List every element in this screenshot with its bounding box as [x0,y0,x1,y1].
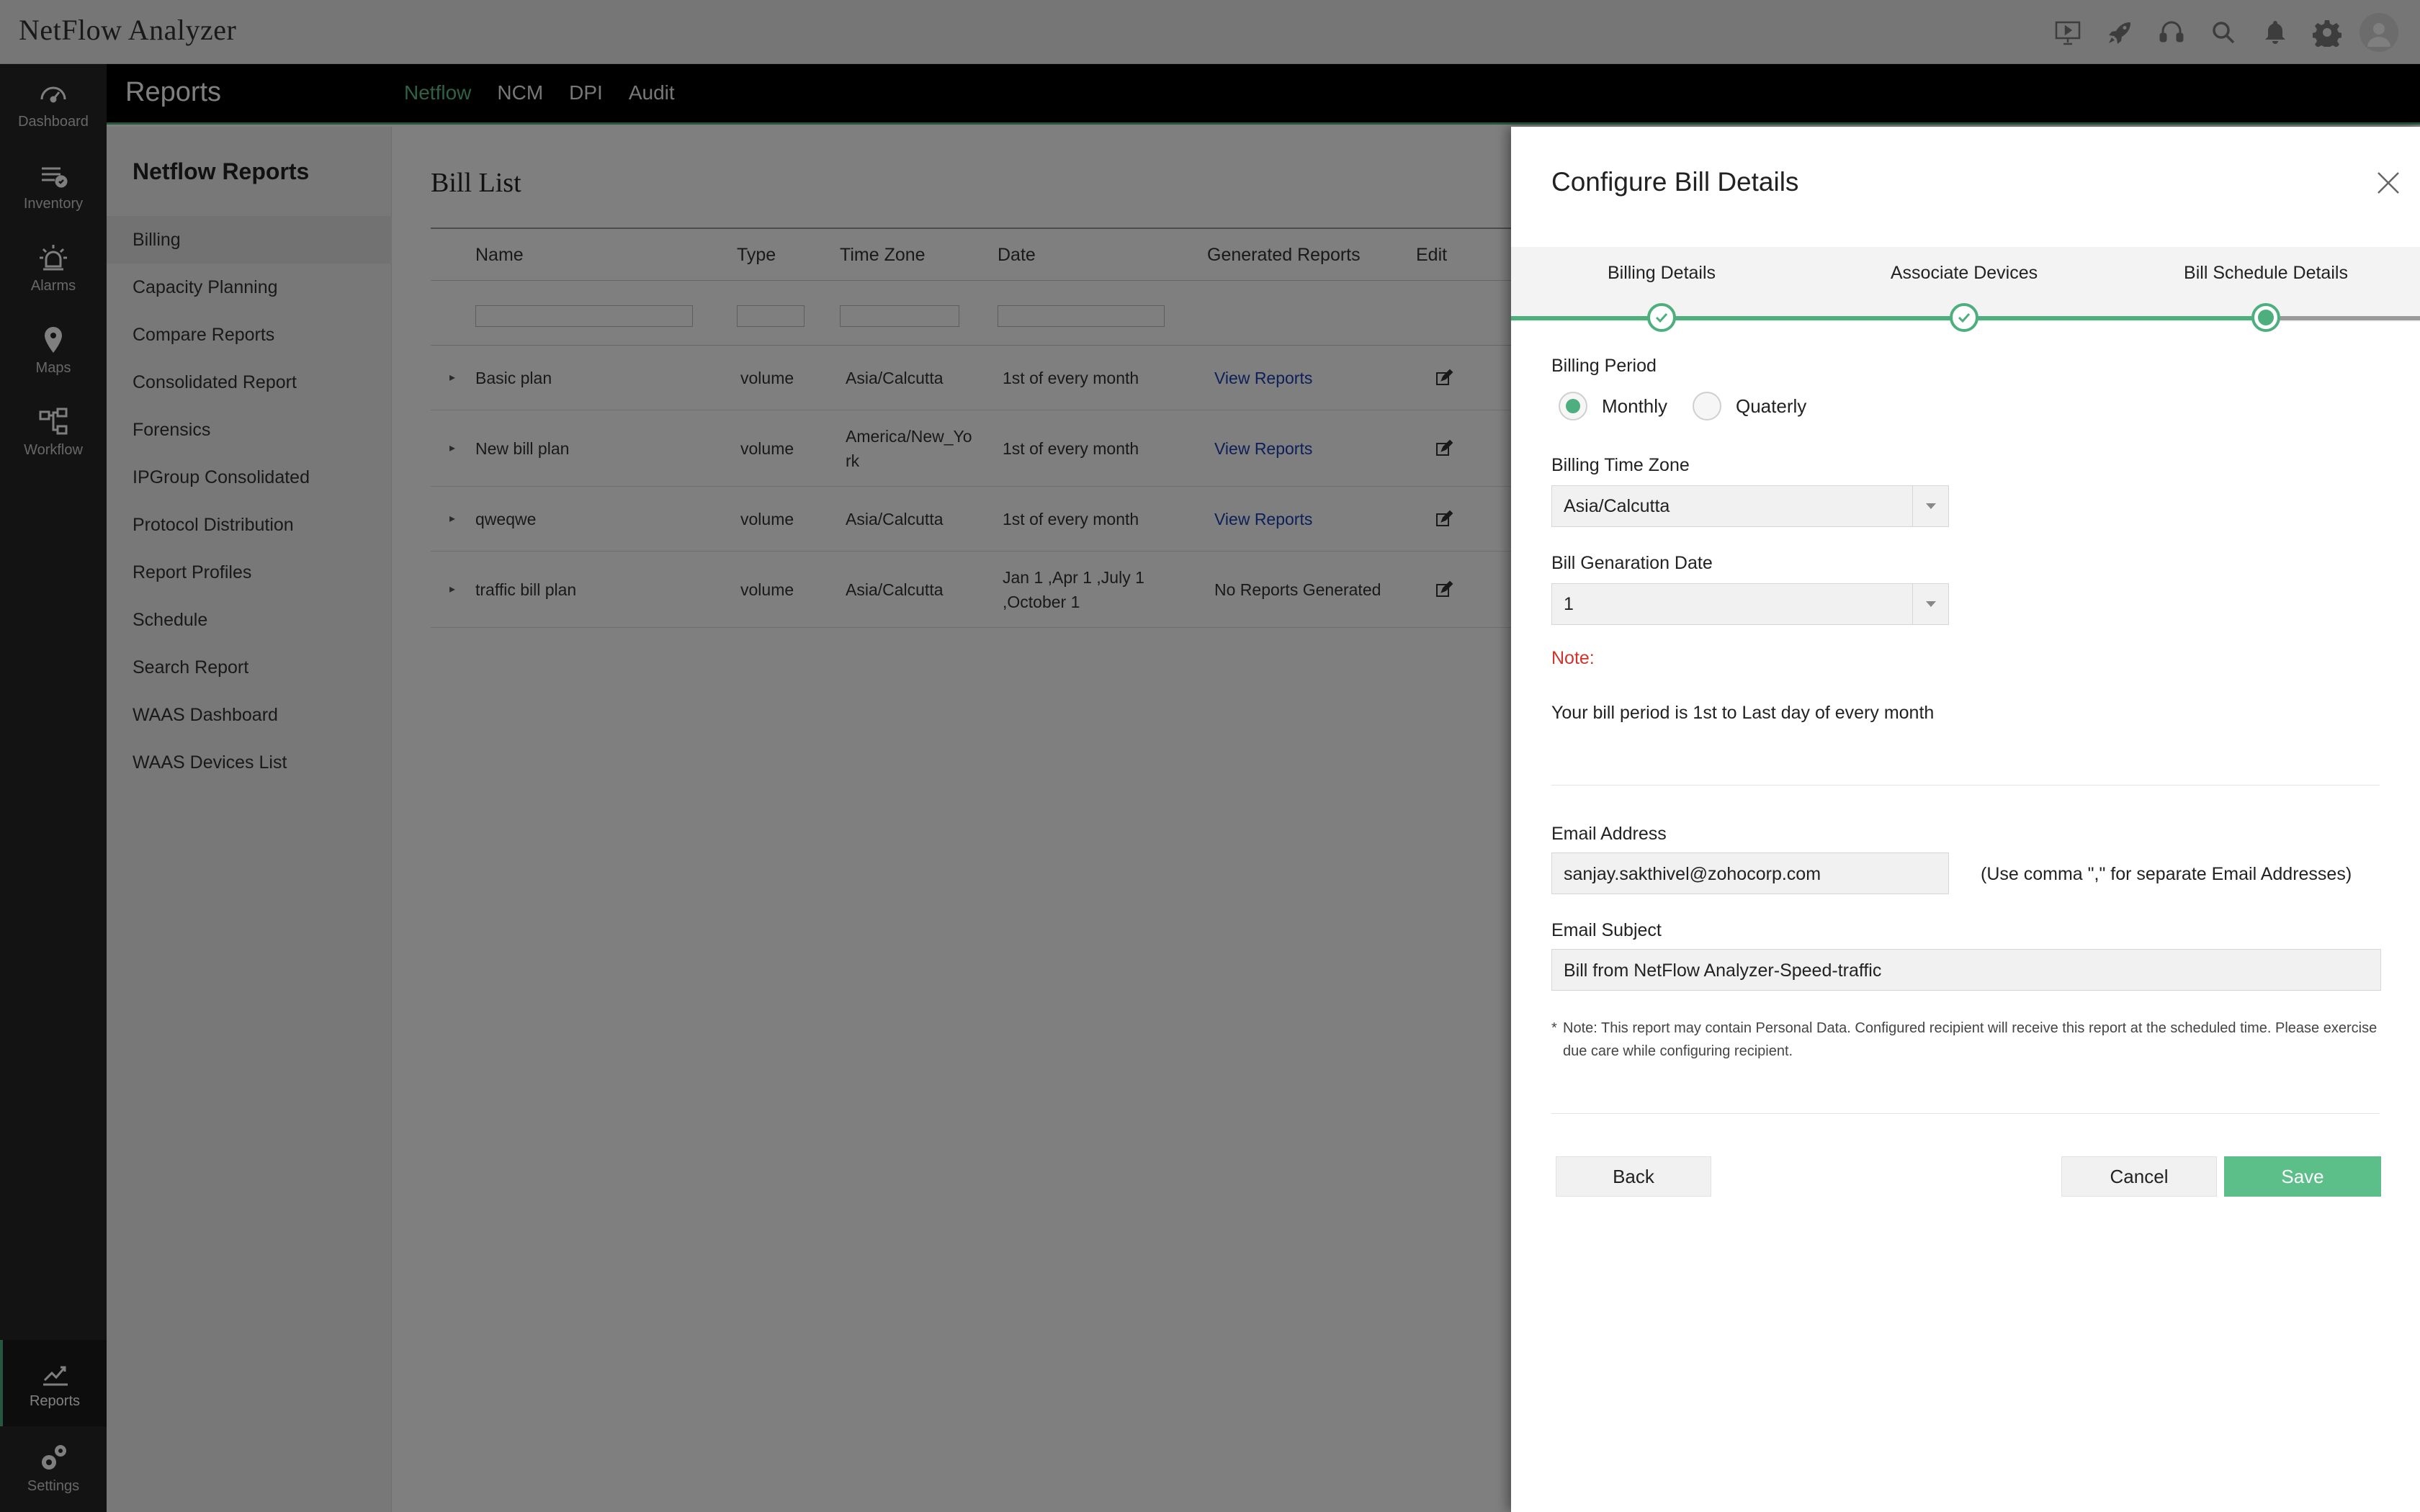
email-address-label: Email Address [1551,824,1667,844]
chevron-down-icon[interactable] [1912,486,1948,526]
radio-monthly-label[interactable]: Monthly [1602,395,1667,418]
email-subject-value: Bill from NetFlow Analyzer-Speed-traffic [1564,960,1882,981]
note-label: Note: [1551,648,1595,668]
time-zone-value: Asia/Calcutta [1564,496,1670,516]
chevron-down-icon[interactable] [1912,584,1948,624]
step-done-check-icon[interactable] [1647,303,1676,332]
progress-line-complete [1511,316,2266,320]
generation-date-label: Bill Genaration Date [1551,553,1713,573]
save-button[interactable]: Save [2224,1156,2381,1197]
radio-monthly[interactable] [1559,392,1587,420]
email-hint: (Use comma "," for separate Email Addres… [1981,864,2352,884]
email-subject-input[interactable]: Bill from NetFlow Analyzer-Speed-traffic [1551,949,2381,991]
billing-period-label: Billing Period [1551,356,1657,376]
privacy-note: * Note: This report may contain Personal… [1551,1017,2380,1063]
time-zone-label: Billing Time Zone [1551,455,1690,475]
close-icon [2378,172,2399,194]
privacy-note-text: Note: This report may contain Personal D… [1563,1020,2378,1059]
generation-date-select[interactable]: 1 [1551,583,1949,625]
drawer-title: Configure Bill Details [1551,167,1799,197]
step-done-check-icon[interactable] [1950,303,1978,332]
configure-bill-drawer: Configure Bill Details Billing Details A… [1511,127,2420,1512]
radio-quaterly[interactable] [1693,392,1721,420]
bill-period-note: Your bill period is 1st to Last day of e… [1551,703,1935,723]
divider [1551,1113,2380,1114]
step-label-billing-details[interactable]: Billing Details [1608,263,1716,284]
progress-line-remaining [2266,316,2420,320]
email-address-input[interactable]: sanjay.sakthivel@zohocorp.com [1551,852,1949,894]
step-label-bill-schedule-details[interactable]: Bill Schedule Details [2184,263,2348,284]
wizard-steps: Billing Details Associate Devices Bill S… [1511,247,2420,332]
radio-quaterly-label[interactable]: Quaterly [1736,395,1806,418]
close-button[interactable] [2372,167,2404,199]
time-zone-select[interactable]: Asia/Calcutta [1551,485,1949,527]
email-address-value: sanjay.sakthivel@zohocorp.com [1564,864,1821,884]
step-current-dot-icon[interactable] [2251,303,2280,332]
email-subject-label: Email Subject [1551,920,1662,940]
generation-date-value: 1 [1564,594,1574,614]
step-label-associate-devices[interactable]: Associate Devices [1891,263,2038,284]
asterisk: * [1551,1020,1557,1036]
cancel-button[interactable]: Cancel [2061,1156,2217,1197]
divider [1551,785,2380,786]
back-button[interactable]: Back [1556,1156,1711,1197]
